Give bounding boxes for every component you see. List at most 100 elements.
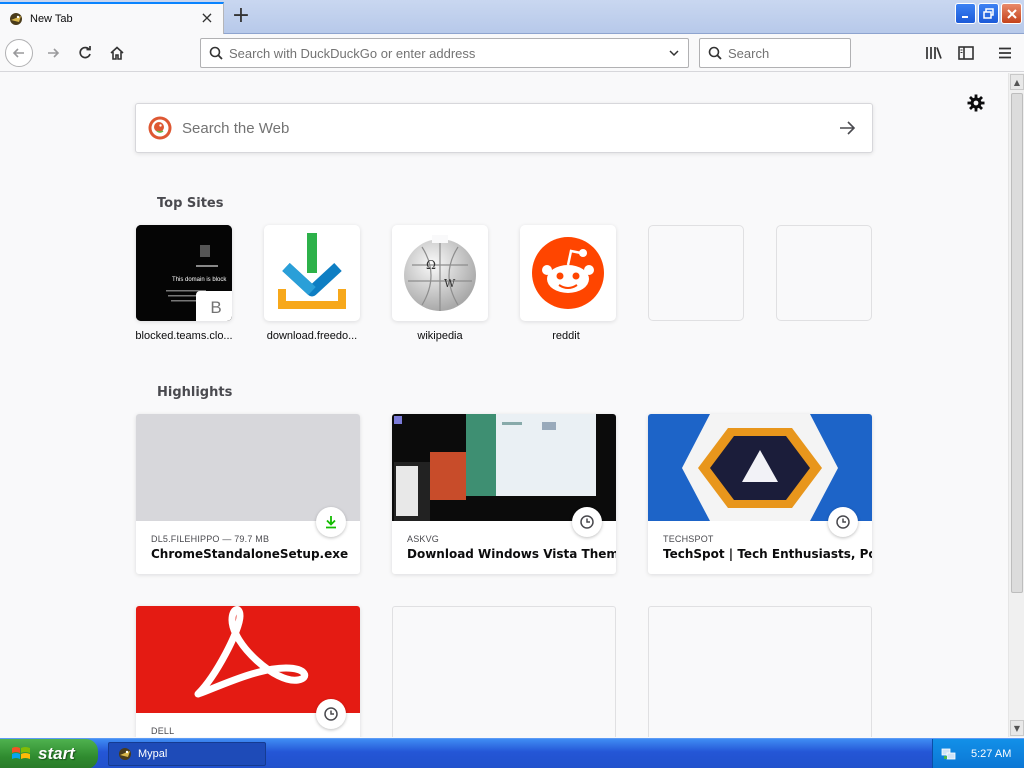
highlight-source: DL5.FILEHIPPO — 79.7 MB	[151, 534, 270, 544]
new-tab-button[interactable]: +	[228, 4, 254, 30]
svg-text:Ω: Ω	[426, 258, 436, 272]
settings-gear-button[interactable]	[966, 93, 986, 113]
scrollbar-thumb[interactable]	[1011, 93, 1023, 593]
web-search-box[interactable]	[135, 103, 873, 153]
arrow-right-icon	[840, 121, 856, 135]
tab-close-icon[interactable]: ×	[199, 10, 215, 27]
new-tab-page: Top Sites This domain is block B blocked…	[0, 73, 1008, 737]
taskbar-item-label: Mypal	[138, 748, 168, 760]
svg-text:W: W	[444, 277, 456, 290]
top-site-label: blocked.teams.clo...	[135, 330, 233, 342]
menu-button[interactable]	[991, 39, 1019, 67]
close-icon	[1006, 8, 1017, 19]
highlight-card[interactable]: TECHSPOT TechSpot | Tech Enthusiasts, Po…	[648, 414, 872, 574]
search-bar[interactable]	[699, 38, 851, 68]
download-icon	[326, 516, 336, 529]
duckduckgo-logo-icon	[148, 116, 172, 140]
navigation-toolbar	[0, 34, 1024, 72]
web-search-go-button[interactable]	[822, 104, 872, 152]
gear-icon	[967, 94, 985, 112]
highlight-source: ASKVG	[407, 534, 440, 544]
search-input[interactable]	[728, 45, 850, 61]
taskbar-item-mypal[interactable]: Mypal	[108, 742, 266, 766]
scroll-down-button[interactable]: ▼	[1010, 720, 1024, 736]
reddit-alien-icon	[532, 237, 604, 309]
mypal-bird-icon	[10, 13, 22, 25]
sidebar-toggle-button[interactable]	[952, 39, 980, 67]
empty-highlight-card	[392, 606, 616, 737]
site-letter-badge: B	[196, 291, 232, 321]
clock-icon	[324, 707, 338, 721]
url-bar[interactable]	[200, 38, 689, 68]
tab-new-tab[interactable]: New Tab ×	[0, 2, 224, 34]
home-button[interactable]	[103, 39, 131, 67]
site-screenshot-text: This domain is block	[172, 277, 227, 283]
top-site-label: download.freedo...	[266, 330, 358, 342]
highlight-title: ChromeStandaloneSetup.exe	[151, 547, 349, 561]
restore-button[interactable]	[978, 3, 999, 24]
web-search-input[interactable]	[182, 119, 822, 137]
tab-title: New Tab	[30, 13, 73, 25]
highlight-source: TECHSPOT	[663, 534, 714, 544]
library-icon	[926, 47, 942, 59]
highlights-heading: Highlights	[157, 385, 233, 400]
highlight-thumbnail	[648, 414, 872, 521]
top-site-tile[interactable]	[520, 225, 616, 321]
back-button[interactable]	[5, 39, 33, 67]
search-icon	[708, 46, 722, 60]
back-arrow-icon	[12, 48, 24, 58]
start-label: start	[38, 744, 75, 763]
reload-icon	[79, 46, 91, 59]
search-icon	[209, 46, 223, 60]
highlight-card[interactable]: ASKVG Download Windows Vista Them...	[392, 414, 616, 574]
url-input[interactable]	[229, 45, 660, 61]
taskbar-clock: 5:27 AM	[971, 748, 1012, 760]
empty-top-site-tile[interactable]	[776, 225, 872, 321]
hamburger-menu-icon	[999, 47, 1011, 59]
close-window-button[interactable]	[1001, 3, 1022, 24]
scroll-up-button[interactable]: ▲	[1010, 74, 1024, 90]
top-site-tile[interactable]: Ω W	[392, 225, 488, 321]
highlight-thumbnail	[392, 414, 616, 521]
top-site-tile[interactable]	[264, 225, 360, 321]
download-badge	[316, 507, 346, 537]
home-icon	[110, 46, 124, 60]
clock-icon	[836, 515, 850, 529]
forward-button[interactable]	[39, 39, 67, 67]
highlight-source: DELL	[151, 726, 175, 736]
highlight-title: TechSpot | Tech Enthusiasts, Po...	[663, 547, 872, 561]
highlight-card[interactable]: DL5.FILEHIPPO — 79.7 MB ChromeStandalone…	[136, 414, 360, 574]
highlight-card[interactable]: DELL	[136, 606, 360, 737]
top-sites-heading: Top Sites	[157, 196, 224, 211]
highlight-title: Download Windows Vista Them...	[407, 547, 616, 561]
url-dropdown-button[interactable]	[660, 39, 688, 67]
restore-icon	[983, 8, 994, 19]
wikipedia-globe-icon: Ω W	[404, 235, 476, 311]
vertical-scrollbar[interactable]: ▲ ▼	[1008, 73, 1024, 737]
tab-strip: New Tab × +	[0, 0, 1024, 34]
highlight-thumbnail	[136, 414, 360, 521]
highlight-thumbnail	[136, 606, 360, 713]
top-site-label: wikipedia	[417, 330, 463, 342]
taskbar: start Mypal 5:27 AM	[0, 738, 1024, 768]
clock-icon	[580, 515, 594, 529]
minimize-button[interactable]	[955, 3, 976, 24]
forward-arrow-icon	[48, 48, 60, 58]
recent-visit-badge	[572, 507, 602, 537]
sidebar-icon	[958, 46, 974, 60]
windows-logo-icon	[12, 747, 30, 759]
empty-top-site-tile[interactable]	[648, 225, 744, 321]
mypal-bird-icon	[119, 748, 131, 760]
system-tray: 5:27 AM	[932, 739, 1024, 768]
chevron-down-icon	[669, 50, 679, 57]
minimize-icon	[961, 15, 968, 18]
recent-visit-badge	[316, 699, 346, 729]
recent-visit-badge	[828, 507, 858, 537]
library-button[interactable]	[920, 39, 948, 67]
empty-highlight-card	[648, 606, 872, 737]
top-site-label: reddit	[552, 330, 580, 342]
top-site-tile[interactable]: This domain is block B	[136, 225, 232, 321]
reload-button[interactable]	[71, 39, 99, 67]
start-button[interactable]: start	[0, 739, 98, 768]
network-icon[interactable]	[941, 746, 957, 762]
